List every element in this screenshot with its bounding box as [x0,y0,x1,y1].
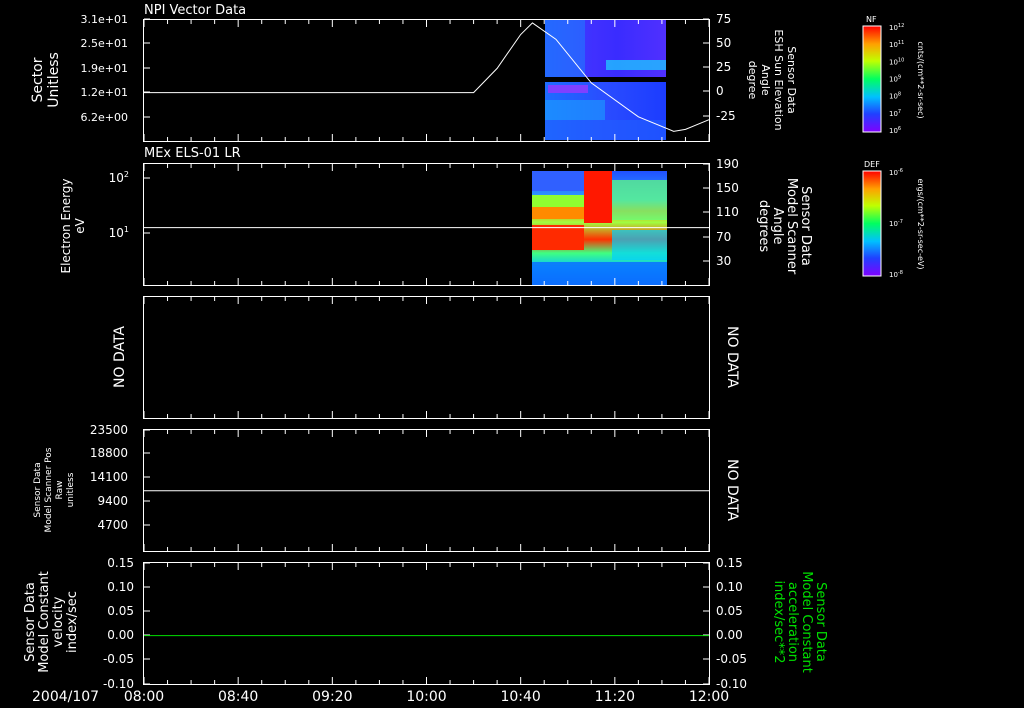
time-tick-label: 08:40 [218,689,258,705]
panel-2-right-label: degrees [756,200,771,253]
y-tick-label-right: 0 [716,84,724,98]
npi-colorbar [862,25,882,133]
y-tick-label-right: 0.15 [716,556,743,570]
panel-4-left-label: Raw [55,481,65,500]
y-tick-label: 23500 [90,423,128,437]
els-colorbar-label: DEF [864,160,880,169]
y-tick-label: 18800 [90,446,128,460]
y-tick-label: 9400 [97,494,128,508]
panel-2-right-label: Angle [770,208,785,245]
y-tick-label: 101 [109,225,129,240]
time-tick-label: 12:00 [689,689,729,705]
colorbar-tick-label: 1010 [889,57,904,66]
y-tick-label: 6.2e+00 [81,111,128,124]
els-colorbar-unit: ergs/(cm**2-sr-sec-eV) [916,178,925,269]
panel-5-right-label: Sensor Data [813,582,828,662]
colorbar-tick-label: 107 [889,109,901,118]
time-tick-label: 11:20 [595,689,635,705]
y-tick-label-right: 110 [716,205,739,219]
date-label: 2004/107 [32,689,99,705]
panel-2-title: MEx ELS-01 LR [144,146,241,161]
npi-spectrogram [545,20,666,140]
panel-4-left-label: unitless [66,472,76,507]
y-tick-label: 0.15 [107,556,134,570]
y-tick-label-right: 25 [716,60,731,74]
panel-3-text: NO DATA NO DATA [112,326,740,389]
panel-5-right-label: acceleration [785,582,800,662]
colorbar-tick-label: 1011 [889,40,904,49]
y-tick-label-right: 0.05 [716,604,743,618]
y-tick-label: 3.1e+01 [81,13,128,26]
y-tick-label: 1.2e+01 [81,86,128,99]
y-tick-label: 0.10 [107,580,134,594]
y-tick-label: -0.05 [103,652,134,666]
panel-3-no-data-right: NO DATA [724,326,740,388]
panel-5-right-label: index/sec**2 [771,580,786,663]
colorbar-tick-label: 106 [889,126,901,135]
y-tick-label: 1.9e+01 [81,62,128,75]
y-tick-label: 102 [109,170,129,185]
colorbar-tick-label: 108 [889,92,901,101]
panel-5-left-label: index/sec [65,591,80,653]
panel-1-text: NPI Vector Data Sector Unitless Sensor D… [30,3,925,131]
y-tick-label-right: -0.05 [716,652,747,666]
panel-1-left-label: Sector [30,57,46,102]
npi-colorbar-label: NF [866,15,877,24]
time-tick-label: 09:20 [312,689,352,705]
colorbar-tick-label: 10-6 [889,168,903,177]
panel-1-right-label: ESH Sun Elevation [772,29,785,130]
colorbar-tick-label: 10-8 [889,270,903,279]
panel-4-no-data-right: NO DATA [724,459,740,521]
y-tick-label: -0.10 [103,677,134,691]
y-tick-label: 0.00 [107,628,134,642]
y-tick-label: 0.05 [107,604,134,618]
time-tick-label: 10:40 [500,689,540,705]
panel-5-left-label: velocity [51,596,66,647]
y-tick-label-right: 0.10 [716,580,743,594]
panel-5-left-label: Sensor Data [23,582,38,662]
panel-2-left-label: eV [73,217,87,233]
npi-colorbar-unit: cnts/(cm**2-sr-sec) [916,41,925,118]
plot-canvas: NPI Vector Data Sector Unitless Sensor D… [23,3,925,705]
y-tick-label: 2.5e+01 [81,37,128,50]
panel-1-left-label: Unitless [46,52,62,108]
y-tick-label: 14100 [90,470,128,484]
panel-1-right-label: degree [746,61,759,100]
panel-1-title: NPI Vector Data [144,3,246,18]
panel-3-no-data: NO DATA [112,326,128,388]
y-tick-label: 4700 [97,518,128,532]
panel-5-right-label: Model Constant [799,571,814,673]
panel-4-left-label: Sensor Data [33,462,43,517]
time-tick-label: 10:00 [406,689,446,705]
panel-2-left-label: Electron Energy [59,178,73,273]
panel-1-right-label: Angle [759,64,772,96]
panel-2-right-label: Model Scanner [784,178,799,275]
colorbar-tick-label: 109 [889,75,901,84]
y-tick-label-right: 50 [716,36,731,50]
y-tick-label-right: 190 [716,157,739,171]
panel-4-text: Sensor Data Model Scanner Pos Raw unitle… [33,447,740,532]
y-tick-label-right: 0.00 [716,628,743,642]
y-tick-label-right: 75 [716,12,731,26]
y-tick-label-right: -25 [716,109,736,123]
time-tick-label: 08:00 [124,689,164,705]
panel-2-text: MEx ELS-01 LR Electron Energy eV Sensor … [59,146,925,275]
y-tick-label-right: 70 [716,230,731,244]
panel-5-left-label: Model Constant [37,571,52,673]
y-tick-label-right: 30 [716,254,731,268]
y-tick-label-right: 150 [716,181,739,195]
colorbar-tick-label: 1012 [889,23,904,32]
els-colorbar [862,170,882,277]
panel-1-right-label: Sensor Data [785,46,798,113]
y-tick-label-right: -0.10 [716,677,747,691]
panel-2-right-label: Sensor Data [798,186,813,266]
panel-4-left-label: Model Scanner Pos [44,447,54,532]
colorbar-tick-label: 10-7 [889,219,903,228]
